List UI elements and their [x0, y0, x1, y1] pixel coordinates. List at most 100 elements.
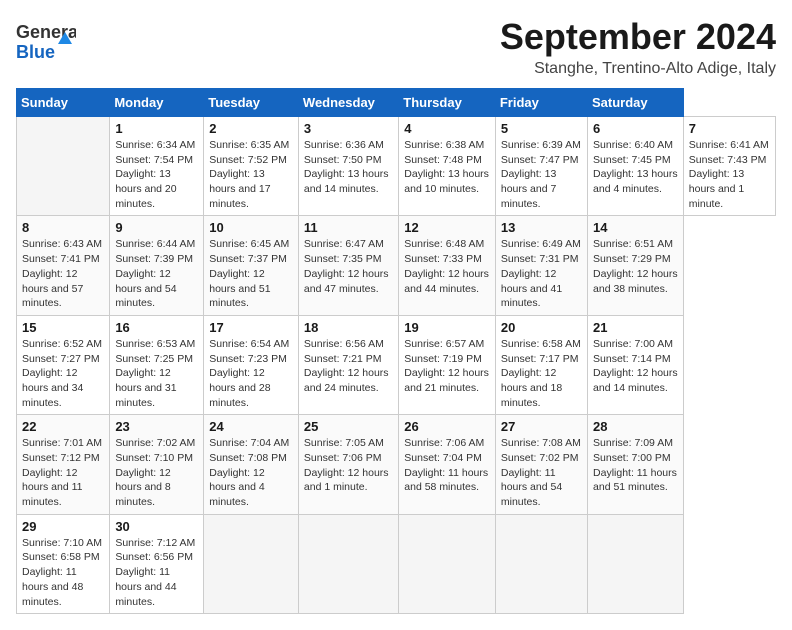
calendar-week-row: 8 Sunrise: 6:43 AMSunset: 7:41 PMDayligh… [17, 216, 776, 315]
day-detail: Sunrise: 6:44 AMSunset: 7:39 PMDaylight:… [115, 238, 195, 309]
calendar-day-cell: 26 Sunrise: 7:06 AMSunset: 7:04 PMDaylig… [399, 415, 496, 514]
day-detail: Sunrise: 6:49 AMSunset: 7:31 PMDaylight:… [501, 238, 581, 309]
calendar-day-cell: 4 Sunrise: 6:38 AMSunset: 7:48 PMDayligh… [399, 117, 496, 216]
day-number: 2 [209, 121, 293, 136]
day-number: 30 [115, 519, 198, 534]
day-detail: Sunrise: 6:40 AMSunset: 7:45 PMDaylight:… [593, 139, 678, 195]
calendar-week-row: 15 Sunrise: 6:52 AMSunset: 7:27 PMDaylig… [17, 315, 776, 414]
day-number: 9 [115, 220, 198, 235]
calendar-day-cell: 25 Sunrise: 7:05 AMSunset: 7:06 PMDaylig… [298, 415, 398, 514]
day-number: 4 [404, 121, 490, 136]
location-subtitle: Stanghe, Trentino-Alto Adige, Italy [500, 60, 776, 78]
col-header-monday: Monday [110, 89, 204, 117]
day-detail: Sunrise: 6:56 AMSunset: 7:21 PMDaylight:… [304, 338, 389, 394]
calendar-day-cell [204, 514, 299, 613]
calendar-header-row: SundayMondayTuesdayWednesdayThursdayFrid… [17, 89, 776, 117]
day-detail: Sunrise: 7:12 AMSunset: 6:56 PMDaylight:… [115, 537, 195, 608]
day-detail: Sunrise: 6:43 AMSunset: 7:41 PMDaylight:… [22, 238, 102, 309]
day-number: 3 [304, 121, 393, 136]
day-detail: Sunrise: 6:39 AMSunset: 7:47 PMDaylight:… [501, 139, 581, 210]
day-number: 29 [22, 519, 104, 534]
day-detail: Sunrise: 6:38 AMSunset: 7:48 PMDaylight:… [404, 139, 489, 195]
day-detail: Sunrise: 7:01 AMSunset: 7:12 PMDaylight:… [22, 437, 102, 508]
day-detail: Sunrise: 7:10 AMSunset: 6:58 PMDaylight:… [22, 537, 102, 608]
day-detail: Sunrise: 7:09 AMSunset: 7:00 PMDaylight:… [593, 437, 677, 493]
day-number: 1 [115, 121, 198, 136]
logo-icon: General Blue [16, 16, 76, 73]
day-detail: Sunrise: 7:00 AMSunset: 7:14 PMDaylight:… [593, 338, 678, 394]
day-number: 28 [593, 419, 678, 434]
col-header-friday: Friday [495, 89, 587, 117]
day-detail: Sunrise: 7:02 AMSunset: 7:10 PMDaylight:… [115, 437, 195, 508]
col-header-thursday: Thursday [399, 89, 496, 117]
calendar-day-cell: 17 Sunrise: 6:54 AMSunset: 7:23 PMDaylig… [204, 315, 299, 414]
logo: General Blue [16, 16, 76, 73]
day-number: 15 [22, 320, 104, 335]
day-detail: Sunrise: 6:45 AMSunset: 7:37 PMDaylight:… [209, 238, 289, 309]
day-number: 20 [501, 320, 582, 335]
svg-text:Blue: Blue [16, 42, 55, 62]
calendar-day-cell: 14 Sunrise: 6:51 AMSunset: 7:29 PMDaylig… [588, 216, 684, 315]
calendar-day-cell [298, 514, 398, 613]
day-detail: Sunrise: 6:52 AMSunset: 7:27 PMDaylight:… [22, 338, 102, 409]
calendar-day-cell: 9 Sunrise: 6:44 AMSunset: 7:39 PMDayligh… [110, 216, 204, 315]
day-number: 23 [115, 419, 198, 434]
day-number: 10 [209, 220, 293, 235]
calendar-day-cell [588, 514, 684, 613]
day-detail: Sunrise: 6:51 AMSunset: 7:29 PMDaylight:… [593, 238, 678, 294]
day-detail: Sunrise: 6:35 AMSunset: 7:52 PMDaylight:… [209, 139, 289, 210]
page-header: General Blue September 2024 Stanghe, Tre… [16, 16, 776, 78]
day-number: 19 [404, 320, 490, 335]
calendar-day-cell: 19 Sunrise: 6:57 AMSunset: 7:19 PMDaylig… [399, 315, 496, 414]
calendar-day-cell: 18 Sunrise: 6:56 AMSunset: 7:21 PMDaylig… [298, 315, 398, 414]
day-number: 18 [304, 320, 393, 335]
day-number: 11 [304, 220, 393, 235]
calendar-day-cell: 23 Sunrise: 7:02 AMSunset: 7:10 PMDaylig… [110, 415, 204, 514]
day-number: 27 [501, 419, 582, 434]
calendar-week-row: 29 Sunrise: 7:10 AMSunset: 6:58 PMDaylig… [17, 514, 776, 613]
day-detail: Sunrise: 6:48 AMSunset: 7:33 PMDaylight:… [404, 238, 489, 294]
day-detail: Sunrise: 7:08 AMSunset: 7:02 PMDaylight:… [501, 437, 581, 508]
day-detail: Sunrise: 6:54 AMSunset: 7:23 PMDaylight:… [209, 338, 289, 409]
calendar-day-cell: 1 Sunrise: 6:34 AMSunset: 7:54 PMDayligh… [110, 117, 204, 216]
col-header-wednesday: Wednesday [298, 89, 398, 117]
calendar-day-cell: 20 Sunrise: 6:58 AMSunset: 7:17 PMDaylig… [495, 315, 587, 414]
day-number: 5 [501, 121, 582, 136]
day-number: 8 [22, 220, 104, 235]
calendar-day-cell [399, 514, 496, 613]
day-detail: Sunrise: 6:47 AMSunset: 7:35 PMDaylight:… [304, 238, 389, 294]
calendar-week-row: 1 Sunrise: 6:34 AMSunset: 7:54 PMDayligh… [17, 117, 776, 216]
title-area: September 2024 Stanghe, Trentino-Alto Ad… [500, 16, 776, 78]
calendar-day-cell: 5 Sunrise: 6:39 AMSunset: 7:47 PMDayligh… [495, 117, 587, 216]
day-number: 6 [593, 121, 678, 136]
col-header-tuesday: Tuesday [204, 89, 299, 117]
calendar-day-cell: 12 Sunrise: 6:48 AMSunset: 7:33 PMDaylig… [399, 216, 496, 315]
calendar-day-cell: 27 Sunrise: 7:08 AMSunset: 7:02 PMDaylig… [495, 415, 587, 514]
calendar-day-cell: 13 Sunrise: 6:49 AMSunset: 7:31 PMDaylig… [495, 216, 587, 315]
calendar-day-cell: 21 Sunrise: 7:00 AMSunset: 7:14 PMDaylig… [588, 315, 684, 414]
calendar-day-cell: 6 Sunrise: 6:40 AMSunset: 7:45 PMDayligh… [588, 117, 684, 216]
day-number: 22 [22, 419, 104, 434]
col-header-saturday: Saturday [588, 89, 684, 117]
calendar-day-cell: 3 Sunrise: 6:36 AMSunset: 7:50 PMDayligh… [298, 117, 398, 216]
day-number: 17 [209, 320, 293, 335]
day-detail: Sunrise: 6:58 AMSunset: 7:17 PMDaylight:… [501, 338, 581, 409]
day-number: 21 [593, 320, 678, 335]
calendar-day-cell: 2 Sunrise: 6:35 AMSunset: 7:52 PMDayligh… [204, 117, 299, 216]
calendar-day-cell: 22 Sunrise: 7:01 AMSunset: 7:12 PMDaylig… [17, 415, 110, 514]
calendar-day-cell: 28 Sunrise: 7:09 AMSunset: 7:00 PMDaylig… [588, 415, 684, 514]
calendar-day-cell: 29 Sunrise: 7:10 AMSunset: 6:58 PMDaylig… [17, 514, 110, 613]
day-detail: Sunrise: 7:05 AMSunset: 7:06 PMDaylight:… [304, 437, 389, 493]
day-detail: Sunrise: 6:34 AMSunset: 7:54 PMDaylight:… [115, 139, 195, 210]
day-number: 26 [404, 419, 490, 434]
day-detail: Sunrise: 6:57 AMSunset: 7:19 PMDaylight:… [404, 338, 489, 394]
calendar-day-cell: 15 Sunrise: 6:52 AMSunset: 7:27 PMDaylig… [17, 315, 110, 414]
day-detail: Sunrise: 7:04 AMSunset: 7:08 PMDaylight:… [209, 437, 289, 508]
calendar-day-cell: 24 Sunrise: 7:04 AMSunset: 7:08 PMDaylig… [204, 415, 299, 514]
calendar-day-cell: 8 Sunrise: 6:43 AMSunset: 7:41 PMDayligh… [17, 216, 110, 315]
calendar-day-cell: 30 Sunrise: 7:12 AMSunset: 6:56 PMDaylig… [110, 514, 204, 613]
day-number: 13 [501, 220, 582, 235]
month-year-title: September 2024 [500, 16, 776, 58]
calendar-day-cell [495, 514, 587, 613]
empty-cell [17, 117, 110, 216]
